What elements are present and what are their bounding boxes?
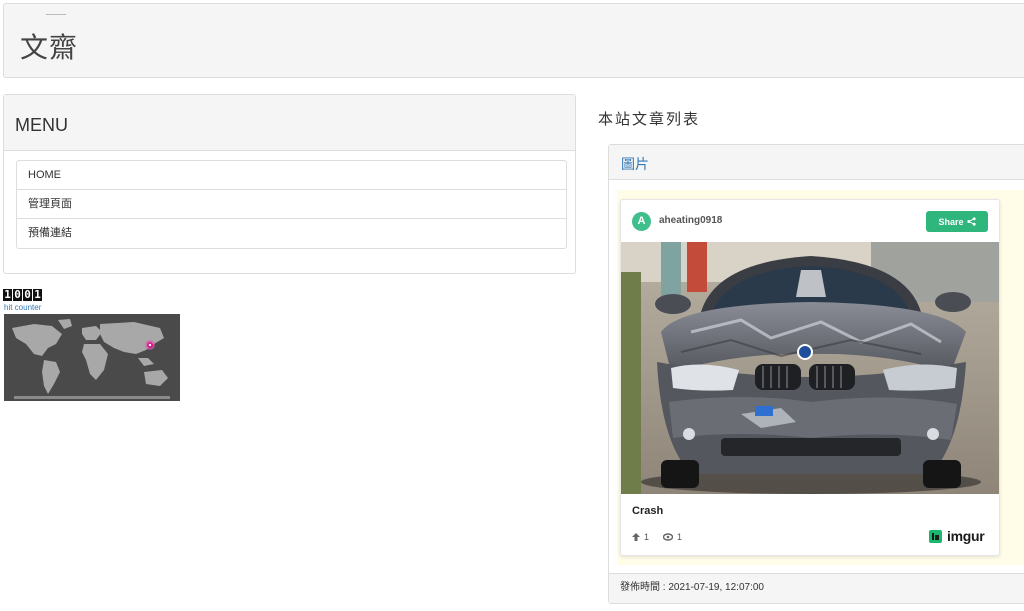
imgur-embed[interactable]: A aheating0918 Share Crash 1 1 imgur [620, 199, 1000, 556]
menu-list: HOME 管理頁面 預備連結 [16, 160, 567, 249]
upvote-count: 1 [644, 532, 650, 542]
site-header: 文齋 [3, 3, 1024, 78]
share-label: Share [938, 216, 964, 227]
header-decoration [46, 14, 66, 15]
counter-digit: 0 [13, 288, 22, 301]
post-category-link[interactable]: 圖片 [621, 154, 649, 174]
post-stats: 1 1 [632, 532, 682, 542]
post-footer: 發佈時間 : 2021-07-19, 12:07:00 [609, 573, 1024, 603]
world-map-graphic [4, 314, 180, 401]
view-count: 1 [677, 532, 683, 542]
visitor-world-map[interactable] [4, 314, 180, 401]
crashed-car-image [621, 242, 999, 494]
post-caption[interactable]: Crash [632, 505, 663, 517]
imgur-logo[interactable]: imgur [929, 528, 985, 544]
upvote-icon [632, 533, 640, 541]
counter-digit: 1 [33, 288, 42, 301]
article-list-title: 本站文章列表 [598, 110, 701, 128]
embed-username[interactable]: aheating0918 [659, 215, 722, 226]
hit-counter-link[interactable]: hit counter [4, 303, 41, 312]
views-stat: 1 [663, 532, 682, 542]
menu-panel: MENU HOME 管理頁面 預備連結 [3, 94, 576, 274]
imgur-icon [929, 529, 942, 543]
counter-digit: 1 [3, 288, 12, 301]
share-button[interactable]: Share [926, 211, 988, 232]
menu-item-admin[interactable]: 管理頁面 [17, 190, 566, 219]
imgur-wordmark: imgur [947, 528, 985, 544]
menu-item-reserved-links[interactable]: 預備連結 [17, 219, 566, 248]
counter-digit: 0 [23, 288, 32, 301]
share-icon [966, 217, 976, 226]
menu-title: MENU [15, 115, 68, 135]
upvote-stat[interactable]: 1 [632, 532, 649, 542]
crashed-car-photo[interactable] [621, 242, 999, 494]
post-heading: 圖片 [609, 145, 1024, 180]
menu-heading: MENU [4, 95, 575, 151]
user-avatar[interactable]: A [632, 212, 651, 231]
eye-icon [663, 533, 674, 541]
hit-counter[interactable]: 1 0 0 1 [3, 289, 43, 301]
site-title[interactable]: 文齋 [20, 26, 78, 66]
menu-item-home[interactable]: HOME [17, 161, 566, 190]
